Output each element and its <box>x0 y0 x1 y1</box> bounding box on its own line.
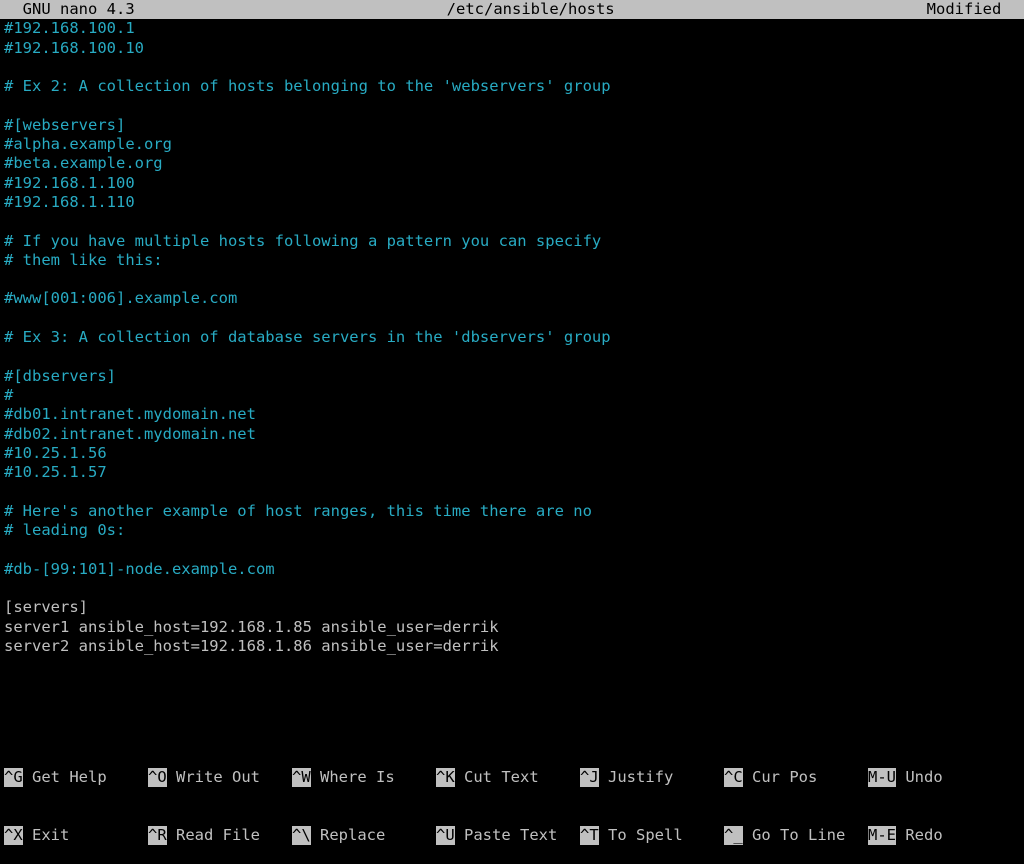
editor-line[interactable]: #db-[99:101]-node.example.com <box>4 560 1020 579</box>
shortcut-key: M-U <box>868 768 896 787</box>
editor-line[interactable]: server1 ansible_host=192.168.1.85 ansibl… <box>4 618 1020 637</box>
shortcut-label: Read File <box>167 826 260 844</box>
editor-line[interactable]: [servers] <box>4 598 1020 617</box>
shortcut-cell: M-U Undo <box>868 768 1012 787</box>
editor-area[interactable]: #192.168.100.1#192.168.100.10 # Ex 2: A c… <box>0 19 1024 729</box>
editor-line[interactable]: #192.168.100.1 <box>4 19 1020 38</box>
app-name: GNU nano 4.3 <box>0 0 135 19</box>
shortcut-row-2: ^X Exit^R Read File^\ Replace^U Paste Te… <box>4 826 1020 845</box>
editor-line[interactable]: # Ex 2: A collection of hosts belonging … <box>4 77 1020 96</box>
editor-line[interactable]: #beta.example.org <box>4 154 1020 173</box>
shortcut-cell: ^G Get Help <box>4 768 148 787</box>
shortcut-key: M-E <box>868 826 896 845</box>
editor-line[interactable] <box>4 482 1020 501</box>
shortcut-label: To Spell <box>599 826 683 844</box>
editor-line[interactable]: #10.25.1.57 <box>4 463 1020 482</box>
shortcut-label: Cur Pos <box>743 768 818 786</box>
editor-line[interactable]: #db01.intranet.mydomain.net <box>4 405 1020 424</box>
shortcut-bar: ^G Get Help^O Write Out^W Where Is^K Cut… <box>0 729 1024 768</box>
shortcut-key: ^G <box>4 768 23 787</box>
editor-line[interactable]: # If you have multiple hosts following a… <box>4 232 1020 251</box>
shortcut-key: ^T <box>580 826 599 845</box>
shortcut-key: ^_ <box>724 826 743 845</box>
shortcut-label: Redo <box>896 826 943 844</box>
shortcut-key: ^J <box>580 768 599 787</box>
modified-flag: Modified <box>927 0 1024 19</box>
shortcut-label: Undo <box>896 768 943 786</box>
editor-line[interactable] <box>4 58 1020 77</box>
shortcut-key: ^X <box>4 826 23 845</box>
shortcut-key: ^\ <box>292 826 311 845</box>
shortcut-label: Paste Text <box>455 826 558 844</box>
editor-line[interactable]: # Ex 3: A collection of database servers… <box>4 328 1020 347</box>
editor-line[interactable] <box>4 540 1020 559</box>
editor-line[interactable]: #10.25.1.56 <box>4 444 1020 463</box>
shortcut-cell: M-E Redo <box>868 826 1012 845</box>
editor-line[interactable]: # them like this: <box>4 251 1020 270</box>
editor-line[interactable]: #192.168.100.10 <box>4 39 1020 58</box>
editor-line[interactable]: # <box>4 386 1020 405</box>
shortcut-cell: ^W Where Is <box>292 768 436 787</box>
editor-line[interactable]: #www[001:006].example.com <box>4 289 1020 308</box>
shortcut-cell: ^K Cut Text <box>436 768 580 787</box>
shortcut-key: ^U <box>436 826 455 845</box>
shortcut-label: Cut Text <box>455 768 539 786</box>
editor-line[interactable]: # Here's another example of host ranges,… <box>4 502 1020 521</box>
shortcut-label: Replace <box>311 826 386 844</box>
shortcut-label: Exit <box>23 826 70 844</box>
shortcut-key: ^K <box>436 768 455 787</box>
editor-line[interactable] <box>4 270 1020 289</box>
shortcut-cell: ^_ Go To Line <box>724 826 868 845</box>
editor-line[interactable]: server2 ansible_host=192.168.1.86 ansibl… <box>4 637 1020 656</box>
editor-line[interactable]: #alpha.example.org <box>4 135 1020 154</box>
editor-line[interactable]: #[dbservers] <box>4 367 1020 386</box>
shortcut-cell: ^\ Replace <box>292 826 436 845</box>
editor-line[interactable]: #192.168.1.110 <box>4 193 1020 212</box>
editor-line[interactable] <box>4 96 1020 115</box>
shortcut-key: ^R <box>148 826 167 845</box>
editor-line[interactable] <box>4 309 1020 328</box>
editor-line[interactable]: #[webservers] <box>4 116 1020 135</box>
shortcut-label: Where Is <box>311 768 395 786</box>
shortcut-key: ^O <box>148 768 167 787</box>
editor-line[interactable]: # leading 0s: <box>4 521 1020 540</box>
shortcut-cell: ^X Exit <box>4 826 148 845</box>
editor-line[interactable]: #192.168.1.100 <box>4 174 1020 193</box>
shortcut-cell: ^T To Spell <box>580 826 724 845</box>
shortcut-cell: ^C Cur Pos <box>724 768 868 787</box>
editor-line[interactable] <box>4 212 1020 231</box>
shortcut-cell: ^R Read File <box>148 826 292 845</box>
titlebar: GNU nano 4.3 /etc/ansible/hosts Modified <box>0 0 1024 19</box>
shortcut-cell: ^J Justify <box>580 768 724 787</box>
shortcut-cell: ^O Write Out <box>148 768 292 787</box>
shortcut-row-1: ^G Get Help^O Write Out^W Where Is^K Cut… <box>4 768 1020 787</box>
shortcut-label: Get Help <box>23 768 107 786</box>
shortcut-cell: ^U Paste Text <box>436 826 580 845</box>
editor-line[interactable]: #db02.intranet.mydomain.net <box>4 425 1020 444</box>
shortcut-key: ^W <box>292 768 311 787</box>
shortcut-key: ^C <box>724 768 743 787</box>
editor-line[interactable] <box>4 347 1020 366</box>
shortcut-label: Go To Line <box>743 826 846 844</box>
shortcut-label: Justify <box>599 768 674 786</box>
file-path: /etc/ansible/hosts <box>135 0 927 19</box>
editor-line[interactable] <box>4 579 1020 598</box>
shortcut-label: Write Out <box>167 768 260 786</box>
